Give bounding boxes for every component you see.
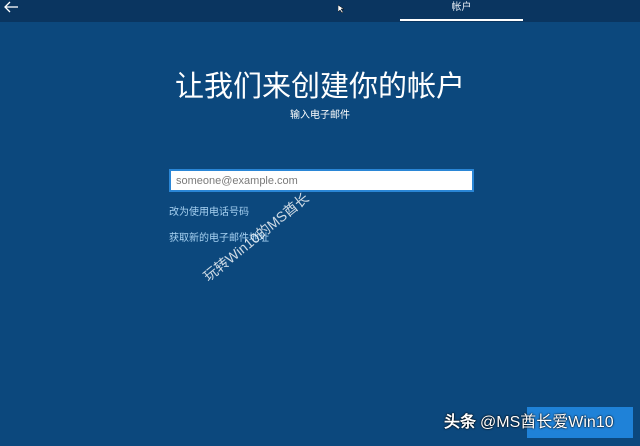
- page-subtitle: 输入电子邮件: [290, 110, 350, 121]
- corner-watermark-brand: 头条: [444, 414, 477, 431]
- corner-watermark: 头条 @MS酋长爱Win10: [444, 413, 614, 433]
- page-title: 让我们来创建你的帐户: [174, 71, 465, 103]
- tab-account[interactable]: 帐户: [400, 0, 523, 22]
- top-header-bar: 帐户: [0, 0, 640, 22]
- mouse-cursor-icon: [337, 0, 345, 14]
- back-arrow-icon[interactable]: [3, 0, 19, 13]
- use-phone-number-link[interactable]: 改为使用电话号码: [169, 207, 249, 219]
- active-tab-underline: [400, 19, 523, 21]
- tab-account-label: 帐户: [451, 2, 472, 13]
- corner-watermark-handle: @MS酋长爱Win10: [480, 414, 614, 431]
- email-input[interactable]: [169, 169, 474, 192]
